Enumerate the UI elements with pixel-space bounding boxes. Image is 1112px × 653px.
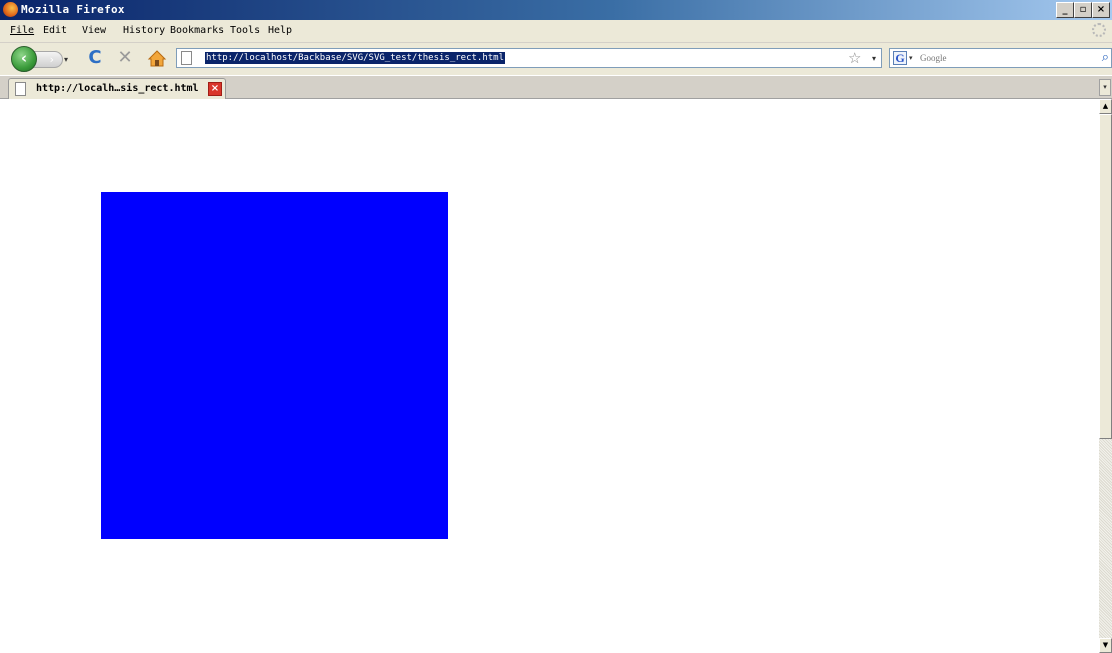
url-dropdown-icon[interactable]: ▾ [872, 54, 876, 63]
search-engine-dropdown-icon[interactable]: ▾ [909, 54, 913, 62]
tab-close-icon[interactable]: × [208, 82, 222, 96]
tab-list-dropdown-icon[interactable]: ▾ [1099, 79, 1111, 96]
url-input[interactable]: http://localhost/Backbase/SVG/SVG_test/t… [205, 52, 506, 64]
menu-view[interactable]: View [82, 25, 106, 36]
page-icon [181, 51, 192, 65]
firefox-logo-icon [3, 2, 18, 17]
url-bar[interactable]: http://localhost/Backbase/SVG/SVG_test/t… [176, 48, 882, 68]
home-icon[interactable] [147, 49, 167, 69]
blue-rectangle [101, 192, 448, 539]
history-dropdown-icon[interactable]: ▾ [64, 55, 68, 64]
search-bar[interactable]: G ▾ Google ⌕ [889, 48, 1112, 68]
search-input[interactable]: Google [920, 53, 947, 63]
menu-edit[interactable]: Edit [43, 25, 67, 36]
forward-button[interactable]: › [33, 51, 63, 68]
page-icon [15, 82, 26, 96]
menu-bar: File Edit View History Bookmarks Tools H… [0, 20, 1112, 43]
title-bar: Mozilla Firefox _ ▫ × [0, 0, 1112, 20]
menu-file[interactable]: File [10, 25, 34, 36]
scroll-down-arrow-icon[interactable]: ▼ [1099, 638, 1112, 653]
vertical-scrollbar[interactable]: ▲ ▼ [1099, 99, 1112, 653]
window-controls: _ ▫ × [1056, 2, 1110, 18]
close-window-button[interactable]: × [1092, 2, 1110, 18]
search-icon[interactable]: ⌕ [1102, 50, 1109, 66]
stop-icon[interactable]: ✕ [115, 48, 135, 68]
page-content [0, 99, 1099, 653]
bookmark-star-icon[interactable]: ☆ [848, 50, 861, 66]
google-icon[interactable]: G [893, 51, 907, 65]
scrollbar-thumb[interactable] [1099, 114, 1112, 439]
tab-active[interactable]: http://localh…sis_rect.html × [8, 78, 226, 99]
minimize-button[interactable]: _ [1056, 2, 1074, 18]
menu-tools[interactable]: Tools [230, 25, 260, 36]
navigation-toolbar: › ‹ ▾ C ✕ http://localhost/Backbase/SVG/… [0, 43, 1112, 75]
maximize-button[interactable]: ▫ [1074, 2, 1092, 18]
menu-help[interactable]: Help [268, 25, 292, 36]
forward-arrow-icon: › [49, 53, 54, 66]
reload-icon[interactable]: C [85, 48, 105, 68]
menu-bookmarks[interactable]: Bookmarks [170, 25, 224, 36]
menu-history[interactable]: History [123, 25, 165, 36]
back-arrow-icon: ‹ [20, 49, 28, 67]
tab-label: http://localh…sis_rect.html [36, 83, 199, 94]
tab-strip: http://localh…sis_rect.html × ▾ [0, 76, 1112, 99]
back-button[interactable]: ‹ [11, 46, 37, 72]
window-title: Mozilla Firefox [21, 3, 125, 16]
scroll-up-arrow-icon[interactable]: ▲ [1099, 99, 1112, 114]
svg-canvas [101, 192, 448, 539]
throbber-icon [1092, 23, 1106, 37]
